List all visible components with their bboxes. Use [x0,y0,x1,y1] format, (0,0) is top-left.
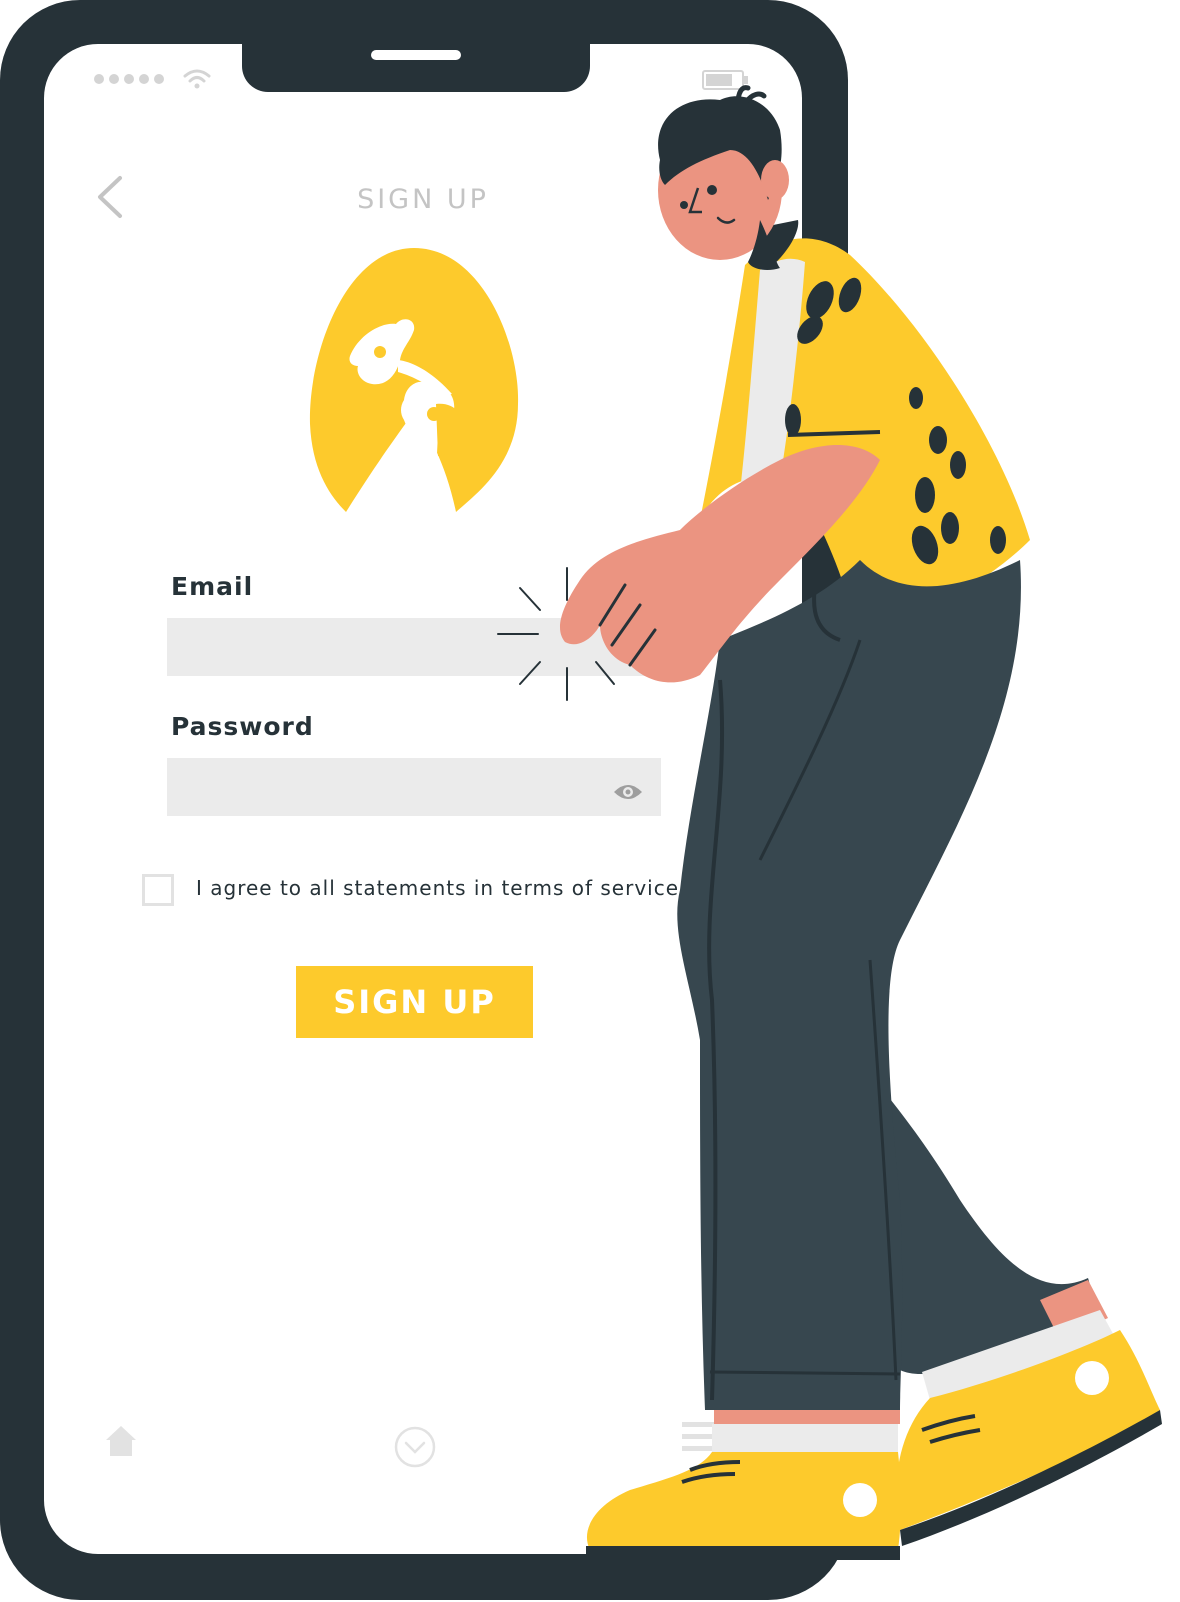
chicken-egg-logo [309,248,519,512]
password-input[interactable] [167,758,661,816]
signal-icon [94,74,164,84]
email-input[interactable] [167,618,661,676]
speaker-grille [371,50,461,60]
eye-icon[interactable] [612,782,644,802]
email-label: Email [171,572,254,601]
illustration-stage: SIGN UP Email Password I agree to all st… [0,0,1180,1602]
battery-icon [702,70,748,90]
password-label: Password [171,712,314,741]
phone-frame: SIGN UP Email Password I agree to all st… [0,0,848,1600]
terms-text: I agree to all statements in terms of se… [196,876,680,900]
back-shoe [896,1330,1160,1530]
terms-checkbox[interactable] [142,874,174,906]
wifi-icon [183,69,211,89]
phone-notch [242,44,590,92]
chevron-down-circle-icon[interactable] [394,1426,436,1468]
phone-screen: SIGN UP Email Password I agree to all st… [44,44,802,1554]
page-title: SIGN UP [357,184,489,215]
sign-up-button[interactable]: SIGN UP [296,966,533,1038]
home-icon[interactable] [104,1424,138,1458]
